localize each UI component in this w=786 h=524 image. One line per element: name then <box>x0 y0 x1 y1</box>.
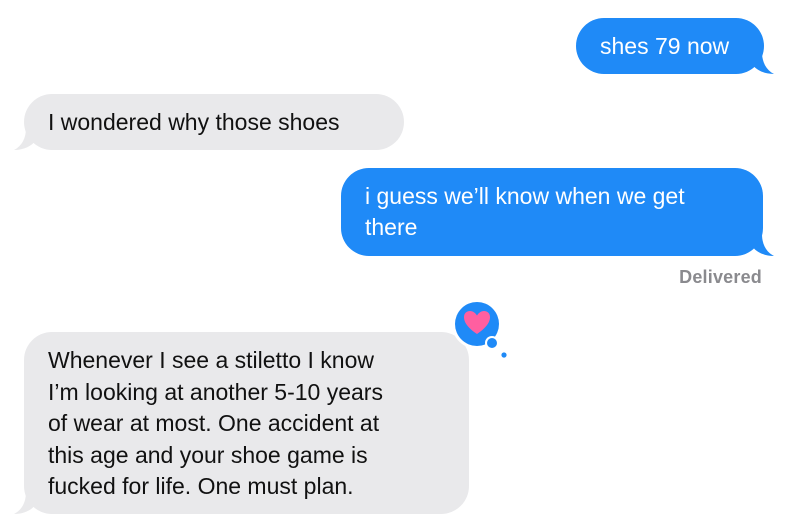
received-message-bubble[interactable]: I wondered why those shoes <box>24 94 404 150</box>
bubble-tail <box>14 492 36 514</box>
heart-icon <box>452 299 508 359</box>
sent-message-bubble[interactable]: i guess we’ll know when we get there <box>341 168 763 256</box>
tapback-reaction[interactable] <box>451 298 508 360</box>
bubble-tail <box>752 234 774 256</box>
received-message-bubble[interactable]: Whenever I see a stiletto I know I’m loo… <box>24 332 469 514</box>
delivered-status: Delivered <box>679 267 762 287</box>
bubble-tail <box>14 128 36 150</box>
bubble-tail <box>752 52 774 74</box>
sent-message-bubble[interactable]: shes 79 now <box>576 18 764 74</box>
message-thread: shes 79 now I wondered why those shoes i… <box>0 0 786 524</box>
